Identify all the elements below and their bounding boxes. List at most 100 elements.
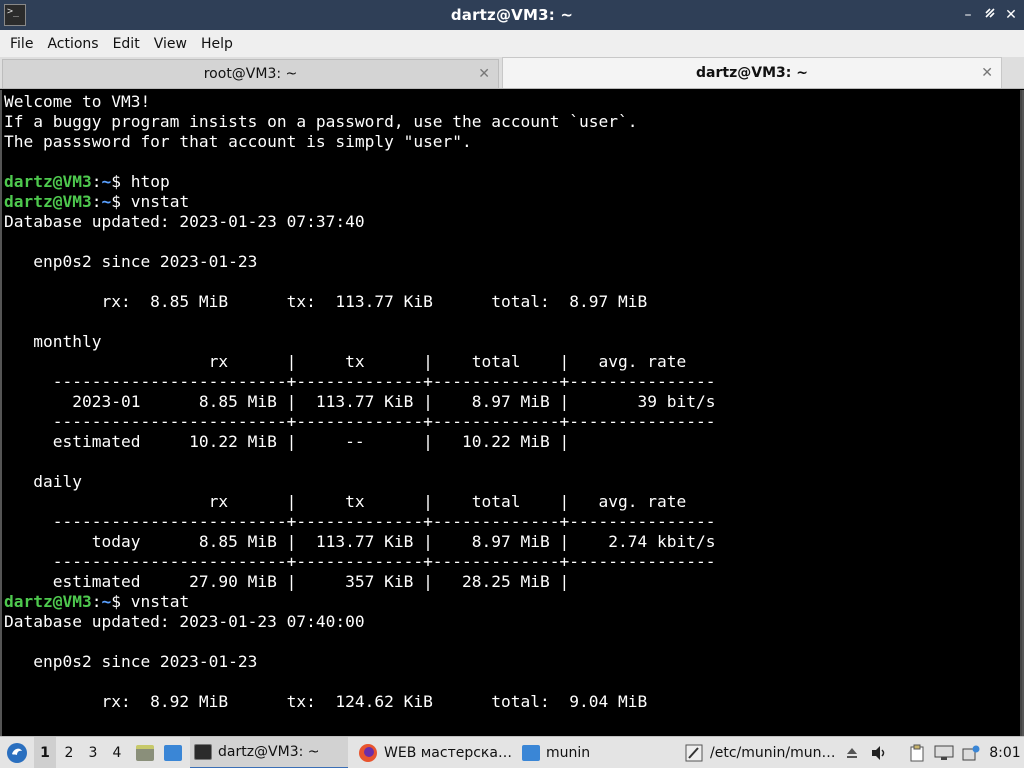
show-desktop-icon[interactable] xyxy=(162,737,184,768)
terminal-output-line: rx: 8.85 MiB tx: 113.77 KiB total: 8.97 … xyxy=(4,292,715,312)
terminal-output-line: estimated 10.22 MiB | -- | 10.22 MiB | xyxy=(4,432,715,452)
terminal-output-line: ------------------------+-------------+-… xyxy=(4,552,716,572)
terminal-prompt-line: dartz@VM3:~$ vnstat xyxy=(4,192,715,212)
prompt-separator: : xyxy=(91,592,102,611)
clipboard-icon[interactable] xyxy=(906,737,928,768)
terminal-output-line: ------------------------+-------------+-… xyxy=(4,372,716,392)
tab-dartz[interactable]: dartz@VM3: ~ ✕ xyxy=(502,57,1002,88)
terminal-prompt-line: dartz@VM3:~$ htop xyxy=(4,172,715,192)
prompt-symbol: $ xyxy=(111,172,131,191)
tab-bar: root@VM3: ~ ✕ dartz@VM3: ~ ✕ xyxy=(0,57,1024,89)
line-text: enp0s2 since 2023-01-23 xyxy=(4,252,258,271)
line-text: ------------------------+-------------+-… xyxy=(4,552,716,571)
line-text: rx: 8.85 MiB tx: 113.77 KiB total: 8.97 … xyxy=(4,292,648,311)
line-text: daily xyxy=(4,472,82,491)
terminal-prompt-line: dartz@VM3:~$ vnstat xyxy=(4,592,715,612)
line-text: rx | tx | total | avg. rate xyxy=(4,352,687,371)
menu-actions[interactable]: Actions xyxy=(41,36,104,52)
maximize-icon[interactable] xyxy=(980,5,1000,25)
tab-root[interactable]: root@VM3: ~ ✕ xyxy=(2,59,499,88)
line-text: rx: 8.92 MiB tx: 124.62 KiB total: 9.04 … xyxy=(4,692,648,711)
task-editor[interactable]: /etc/munin/mun… xyxy=(680,737,840,768)
tab-label: dartz@VM3: ~ xyxy=(696,65,808,81)
menu-view[interactable]: View xyxy=(148,36,193,52)
task-terminal[interactable]: dartz@VM3: ~ xyxy=(190,737,348,768)
file-manager-launcher-icon[interactable] xyxy=(134,737,156,768)
line-text: Database updated: 2023-01-23 07:37:40 xyxy=(4,212,365,231)
terminal-scrollbar[interactable] xyxy=(1020,90,1022,736)
prompt-symbol: $ xyxy=(111,592,131,611)
terminal-output-line: daily xyxy=(4,472,715,492)
terminal-output-line: ------------------------+-------------+-… xyxy=(4,512,716,532)
eject-icon[interactable] xyxy=(844,737,860,768)
terminal-output-line: Welcome to VM3! xyxy=(4,92,715,112)
clock[interactable]: 8:01 xyxy=(988,737,1022,768)
terminal-output-line: ------------------------+-------------+-… xyxy=(4,412,716,432)
minimize-icon[interactable]: – xyxy=(958,5,978,25)
workspace-3[interactable]: 3 xyxy=(82,737,104,768)
line-text: ------------------------+-------------+-… xyxy=(4,372,716,391)
text-editor-icon xyxy=(685,744,703,762)
tab-close-icon[interactable]: ✕ xyxy=(981,65,993,81)
terminal-output-line: rx: 8.92 MiB tx: 124.62 KiB total: 9.04 … xyxy=(4,692,715,712)
terminal-output-line: rx | tx | total | avg. rate xyxy=(4,352,715,372)
terminal-output-line: The passsword for that account is simply… xyxy=(4,132,715,152)
terminal-output-line: enp0s2 since 2023-01-23 xyxy=(4,252,715,272)
task-label: /etc/munin/mun… xyxy=(710,745,836,761)
line-text: monthly xyxy=(4,332,102,351)
line-text: ------------------------+-------------+-… xyxy=(4,412,716,431)
line-text: enp0s2 since 2023-01-23 xyxy=(4,652,258,671)
menu-edit[interactable]: Edit xyxy=(107,36,146,52)
terminal-output-line: monthly xyxy=(4,332,715,352)
terminal-view[interactable]: Welcome to VM3! If a buggy program insist… xyxy=(0,90,1024,736)
prompt-separator: : xyxy=(91,192,102,211)
terminal-output-line: estimated 27.90 MiB | 357 KiB | 28.25 Mi… xyxy=(4,572,715,592)
task-firefox[interactable]: WEB мастерска… xyxy=(354,737,516,768)
tab-close-icon[interactable]: ✕ xyxy=(478,66,490,82)
workspace-4[interactable]: 4 xyxy=(106,737,128,768)
line-text: vnstat xyxy=(130,192,190,211)
line-text: estimated 10.22 MiB | -- | 10.22 MiB | xyxy=(4,432,570,451)
line-text: today 8.85 MiB | 113.77 KiB | 8.97 MiB |… xyxy=(4,532,716,551)
terminal-icon xyxy=(194,744,212,760)
terminal-output-line: Database updated: 2023-01-23 07:37:40 xyxy=(4,212,715,232)
prompt-path: ~ xyxy=(101,172,112,191)
terminal-output-line: rx | tx | total | avg. rate xyxy=(4,492,715,512)
line-text: Database updated: 2023-01-23 07:40:00 xyxy=(4,612,365,631)
menu-file[interactable]: File xyxy=(4,36,39,52)
notification-icon[interactable] xyxy=(960,737,982,768)
line-text: The passsword for that account is simply… xyxy=(4,132,472,151)
close-icon[interactable]: ✕ xyxy=(1001,5,1021,25)
firefox-icon xyxy=(359,744,377,762)
taskbar: 1 2 3 4 dartz@VM3: ~ WEB мастерска… muni… xyxy=(0,736,1024,768)
window-titlebar[interactable]: >_ dartz@VM3: ~ – ✕ xyxy=(0,0,1024,30)
prompt-user: dartz@VM3 xyxy=(4,192,92,211)
volume-icon[interactable] xyxy=(868,737,890,768)
terminal-output-line: 2023-01 8.85 MiB | 113.77 KiB | 8.97 MiB… xyxy=(4,392,715,412)
prompt-path: ~ xyxy=(101,592,112,611)
line-text: 2023-01 8.85 MiB | 113.77 KiB | 8.97 MiB… xyxy=(4,392,716,411)
task-label: munin xyxy=(546,745,591,761)
line-text: If a buggy program insists on a password… xyxy=(4,112,638,131)
prompt-user: dartz@VM3 xyxy=(4,592,92,611)
start-menu-icon[interactable] xyxy=(4,737,30,768)
menu-help[interactable]: Help xyxy=(195,36,239,52)
network-icon[interactable] xyxy=(932,737,956,768)
terminal-output-line: today 8.85 MiB | 113.77 KiB | 8.97 MiB |… xyxy=(4,532,716,552)
line-text: ------------------------+-------------+-… xyxy=(4,512,716,531)
tab-label: root@VM3: ~ xyxy=(203,66,298,82)
window-title: dartz@VM3: ~ xyxy=(450,6,574,24)
prompt-separator: : xyxy=(91,172,102,191)
workspace-1[interactable]: 1 xyxy=(34,737,56,768)
terminal-app-icon[interactable]: >_ xyxy=(4,4,26,26)
line-text: estimated 27.90 MiB | 357 KiB | 28.25 Mi… xyxy=(4,572,570,591)
prompt-symbol: $ xyxy=(111,192,131,211)
task-munin-folder[interactable]: munin xyxy=(518,737,676,768)
workspace-2[interactable]: 2 xyxy=(58,737,80,768)
